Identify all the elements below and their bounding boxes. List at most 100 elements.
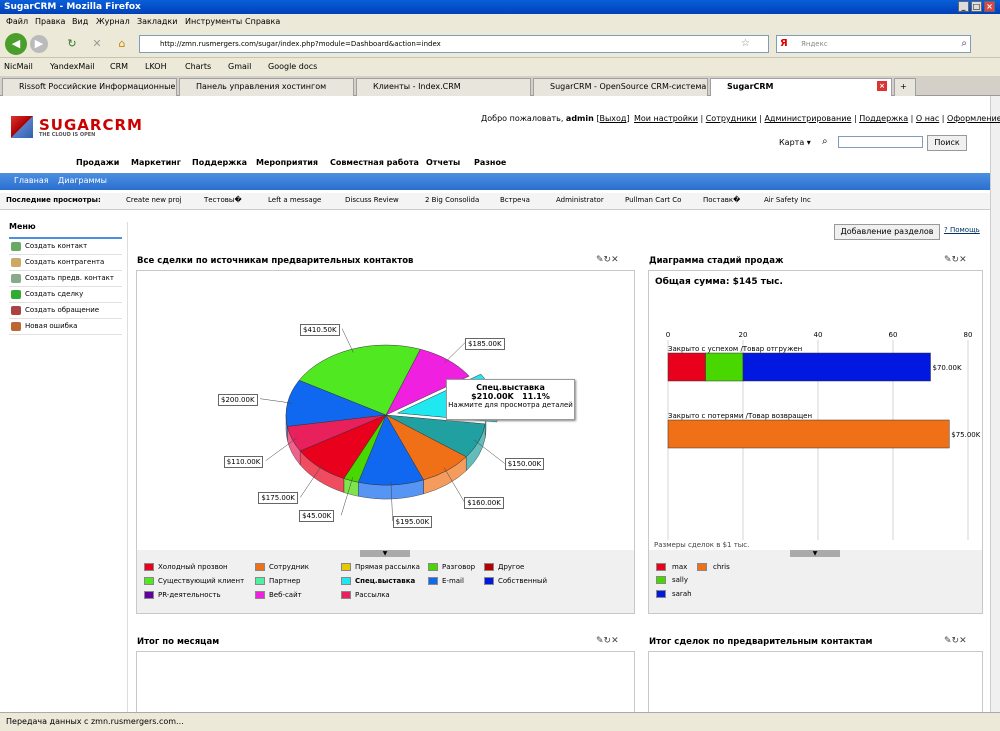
admin-link[interactable]: Администрирование — [764, 114, 851, 123]
edit-icon[interactable]: ✎ — [596, 255, 604, 265]
bar-legend-item[interactable]: chris — [697, 563, 730, 571]
edit-icon[interactable]: ✎ — [596, 636, 604, 646]
recent-item[interactable]: Тестовы� — [204, 196, 242, 204]
bookmark-charts[interactable]: Charts — [185, 62, 211, 71]
sidebar-item-create-case[interactable]: Создать обращение — [9, 303, 122, 319]
employees-link[interactable]: Сотрудники — [706, 114, 757, 123]
tab-hosting[interactable]: Панель управления хостингом — [179, 78, 354, 96]
menu-bookmarks[interactable]: Закладки — [137, 17, 177, 26]
refresh-icon[interactable]: ↻ — [604, 636, 612, 646]
add-dashlets-button[interactable]: Добавление разделов — [834, 224, 940, 240]
bookmark-google-docs[interactable]: Google docs — [268, 62, 317, 71]
address-bar[interactable]: http://zmn.rusmergers.com/sugar/index.ph… — [139, 35, 769, 53]
reload-icon[interactable]: ↻ — [63, 35, 81, 53]
pie-legend-item[interactable]: Спец.выставка — [341, 577, 415, 585]
pie-legend-item[interactable]: Собственный — [484, 577, 547, 585]
recent-item[interactable]: Pullman Cart Co — [625, 196, 681, 204]
pie-legend-item[interactable]: Сотрудник — [255, 563, 309, 571]
close-icon[interactable]: ✕ — [611, 255, 619, 265]
pie-legend-item[interactable]: E-mail — [428, 577, 464, 585]
tab-clients[interactable]: Клиенты - Index.CRM — [356, 78, 531, 96]
pie-legend-item[interactable]: Другое — [484, 563, 524, 571]
refresh-icon[interactable]: ↻ — [604, 255, 612, 265]
global-search-input[interactable] — [838, 136, 923, 148]
back-button[interactable]: ◀ — [5, 33, 27, 55]
pie-legend-item[interactable]: Партнер — [255, 577, 300, 585]
menu-tools[interactable]: Инструменты — [185, 17, 242, 26]
search-field[interactable]: Я Яндекс ⌕ — [776, 35, 971, 53]
close-icon[interactable]: ✕ — [959, 255, 967, 265]
search-icon[interactable]: ⌕ — [961, 36, 967, 52]
nav-support[interactable]: Поддержка — [192, 158, 247, 167]
refresh-icon[interactable]: ↻ — [952, 255, 960, 265]
nav-marketing[interactable]: Маркетинг — [131, 158, 181, 167]
nav-sales[interactable]: Продажи — [76, 158, 119, 167]
bar-chart-svg[interactable]: 0 20 40 60 80 Закрыто с успехом /Товар отгруж… — [648, 325, 983, 545]
sidebar-item-new-bug[interactable]: Новая ошибка — [9, 319, 122, 335]
pie-legend-item[interactable]: Веб-сайт — [255, 591, 302, 599]
sidebar-item-create-deal[interactable]: Создать сделку — [9, 287, 122, 303]
sidebar-item-create-contact[interactable]: Создать контакт — [9, 239, 122, 255]
recent-item[interactable]: Встреча — [500, 196, 530, 204]
close-icon[interactable]: ✕ — [611, 636, 619, 646]
bookmark-yandexmail[interactable]: YandexMail — [50, 62, 95, 71]
edit-icon[interactable]: ✎ — [944, 636, 952, 646]
help-link[interactable]: ? Помощь — [944, 226, 980, 234]
menu-file[interactable]: Файл — [6, 17, 28, 26]
subnav-home[interactable]: Главная — [14, 176, 49, 185]
pie-legend-item[interactable]: Существующий клиент — [144, 577, 244, 585]
pie-legend-item[interactable]: Прямая рассылка — [341, 563, 420, 571]
pie-legend-item[interactable]: Рассылка — [341, 591, 390, 599]
nav-reports[interactable]: Отчеты — [426, 158, 460, 167]
star-icon[interactable]: ☆ — [741, 36, 750, 52]
sidebar-item-create-account[interactable]: Создать контрагента — [9, 255, 122, 271]
menu-view[interactable]: Вид — [72, 17, 88, 26]
subnav-charts[interactable]: Диаграммы — [58, 176, 107, 185]
sidebar-item-create-lead[interactable]: Создать предв. контакт — [9, 271, 122, 287]
support-link[interactable]: Поддержка — [859, 114, 908, 123]
collapse-handle[interactable]: ▼ — [790, 550, 840, 557]
close-tab-icon[interactable]: × — [877, 81, 887, 91]
recent-item[interactable]: Discuss Review — [345, 196, 399, 204]
nav-collaboration[interactable]: Совместная работа — [330, 158, 419, 167]
menu-edit[interactable]: Правка — [35, 17, 65, 26]
nav-misc[interactable]: Разное — [474, 158, 506, 167]
pie-legend-item[interactable]: Холодный прозвон — [144, 563, 228, 571]
recent-item[interactable]: Administrator — [556, 196, 604, 204]
forward-button[interactable]: ▶ — [30, 35, 48, 53]
my-settings-link[interactable]: Мои настройки — [634, 114, 698, 123]
maximize-button[interactable]: □ — [971, 1, 982, 12]
close-icon[interactable]: ✕ — [959, 636, 967, 646]
bookmark-nicmail[interactable]: NicMail — [4, 62, 33, 71]
home-icon[interactable]: ⌂ — [113, 35, 131, 53]
vertical-scrollbar[interactable] — [990, 96, 1000, 712]
close-window-button[interactable]: × — [984, 1, 995, 12]
bar-legend-item[interactable]: max — [656, 563, 687, 571]
menu-history[interactable]: Журнал — [96, 17, 130, 26]
about-link[interactable]: О нас — [916, 114, 939, 123]
bookmark-gmail[interactable]: Gmail — [228, 62, 251, 71]
bookmark-lkoh[interactable]: LKOH — [145, 62, 167, 71]
logout-link[interactable]: Выход — [600, 114, 627, 123]
tab-sugarcrm-opensource[interactable]: SugarCRM - OpenSource CRM-система — [533, 78, 708, 96]
bar-legend-item[interactable]: sarah — [656, 590, 692, 598]
recent-item[interactable]: Поставк� — [703, 196, 740, 204]
theme-link[interactable]: Оформление — [947, 114, 1000, 123]
collapse-handle[interactable]: ▼ — [360, 550, 410, 557]
nav-activities[interactable]: Мероприятия — [256, 158, 318, 167]
recent-item[interactable]: Create new proj — [126, 196, 182, 204]
search-button[interactable]: Поиск — [927, 135, 967, 151]
minimize-button[interactable]: _ — [958, 1, 969, 12]
pie-legend-item[interactable]: Разговор — [428, 563, 475, 571]
map-dropdown[interactable]: Карта ▾ — [779, 138, 811, 147]
refresh-icon[interactable]: ↻ — [952, 636, 960, 646]
pie-legend-item[interactable]: PR-деятельность — [144, 591, 221, 599]
stop-icon[interactable]: ✕ — [88, 35, 106, 53]
recent-item[interactable]: 2 Big Consolida — [425, 196, 479, 204]
edit-icon[interactable]: ✎ — [944, 255, 952, 265]
bookmark-crm[interactable]: CRM — [110, 62, 128, 71]
tab-rissoft[interactable]: Rissoft Российские Информационные ... — [2, 78, 177, 96]
recent-item[interactable]: Air Safety Inc — [764, 196, 811, 204]
new-tab-button[interactable]: + — [894, 78, 916, 96]
tab-sugarcrm-active[interactable]: SugarCRM × — [710, 78, 892, 96]
